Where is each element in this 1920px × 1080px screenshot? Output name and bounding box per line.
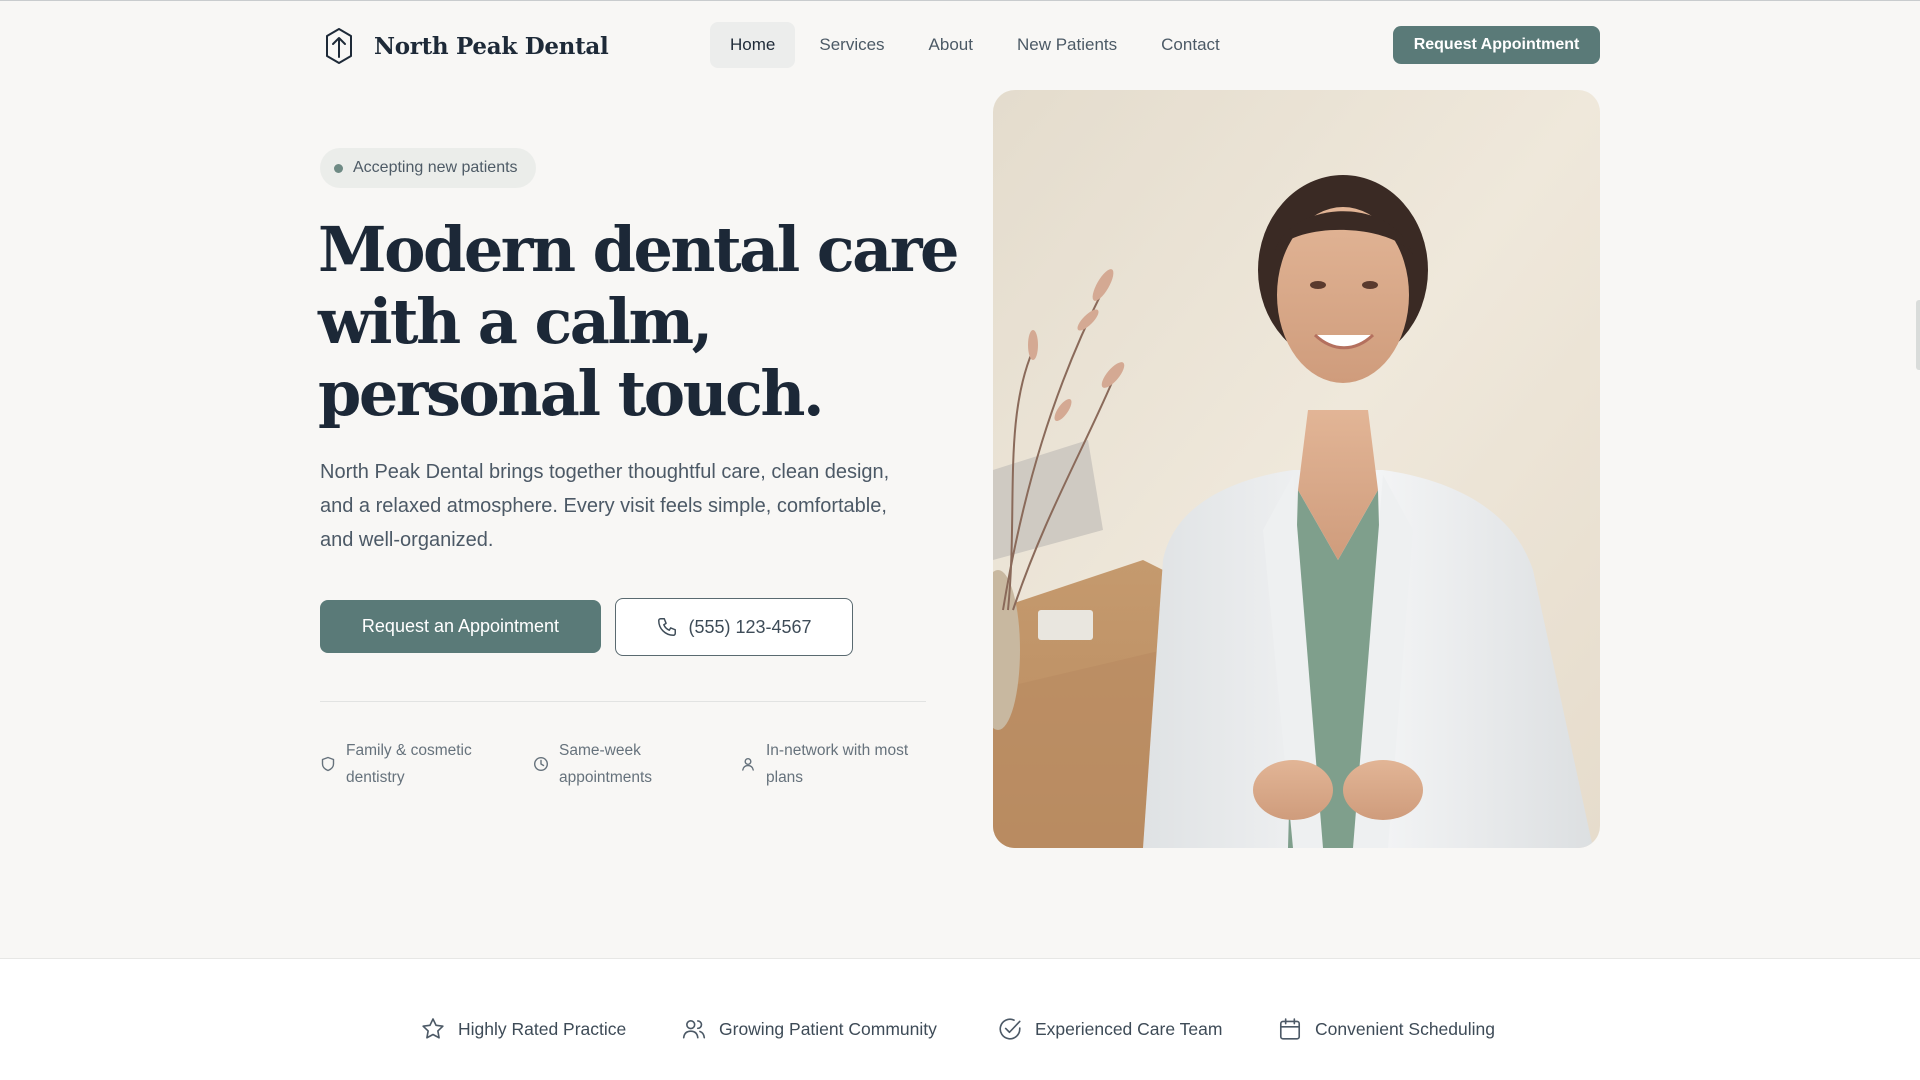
request-an-appointment-button[interactable]: Request an Appointment [320, 600, 601, 653]
check-circle-icon [999, 1018, 1021, 1040]
site-header: North Peak Dental Home Services About Ne… [0, 0, 1920, 90]
trust-label: Growing Patient Community [719, 1018, 937, 1039]
hero-lead-text: North Peak Dental brings together though… [320, 461, 890, 551]
users-icon [682, 1019, 706, 1039]
trust-item-highly-rated: Highly Rated Practice [420, 1016, 626, 1042]
shield-icon [321, 756, 335, 772]
trust-label: Experienced Care Team [1035, 1018, 1223, 1039]
request-appointment-button[interactable]: Request Appointment [1393, 26, 1600, 64]
trust-bar: Highly Rated Practice Growing Patient Co… [0, 958, 1920, 1080]
nav-about[interactable]: About [909, 22, 993, 68]
status-dot-icon [334, 163, 343, 173]
accepting-patients-badge: Accepting new patients [320, 148, 536, 188]
feature-text: Family & cosmetic dentistry [346, 742, 472, 786]
hero-headline: Modern dental care with a calm, personal… [318, 213, 959, 430]
brand-logo-link[interactable]: North Peak Dental [318, 26, 609, 66]
trust-label: Highly Rated Practice [458, 1018, 627, 1039]
mountain-shield-icon [326, 28, 352, 64]
feature-text: Same-week appointments [559, 742, 653, 786]
call-phone-button[interactable]: (555) 123-4567 [615, 598, 853, 656]
brand-name: North Peak Dental [374, 32, 609, 60]
trust-item-care-team: Experienced Care Team [997, 1016, 1222, 1042]
phone-icon [658, 618, 677, 636]
trust-label: Convenient Scheduling [1315, 1018, 1495, 1039]
trust-item-scheduling: Convenient Scheduling [1277, 1016, 1495, 1042]
feature-text: In-network with most plans [766, 742, 909, 786]
nav-new-patients[interactable]: New Patients [997, 22, 1137, 68]
calendar-icon [1279, 1018, 1301, 1040]
person-icon [742, 758, 754, 771]
nav-contact[interactable]: Contact [1141, 22, 1240, 68]
feature-in-network: In-network with most plans [740, 737, 930, 791]
dentist-portrait-image [993, 90, 1600, 848]
star-icon [422, 1018, 444, 1039]
edge-scroll-handle[interactable] [1916, 300, 1920, 370]
feature-family-cosmetic: Family & cosmetic dentistry [320, 737, 500, 791]
feature-same-week: Same-week appointments [533, 737, 703, 791]
badge-label: Accepting new patients [353, 159, 518, 176]
trust-item-patient-community: Growing Patient Community [681, 1016, 937, 1042]
phone-number: (555) 123-4567 [688, 616, 812, 637]
nav-home[interactable]: Home [710, 22, 796, 68]
nav-services[interactable]: Services [799, 22, 904, 68]
main-nav: Home Services About New Patients Contact [710, 22, 1240, 68]
clock-icon [533, 756, 549, 772]
hero-divider [320, 701, 926, 702]
